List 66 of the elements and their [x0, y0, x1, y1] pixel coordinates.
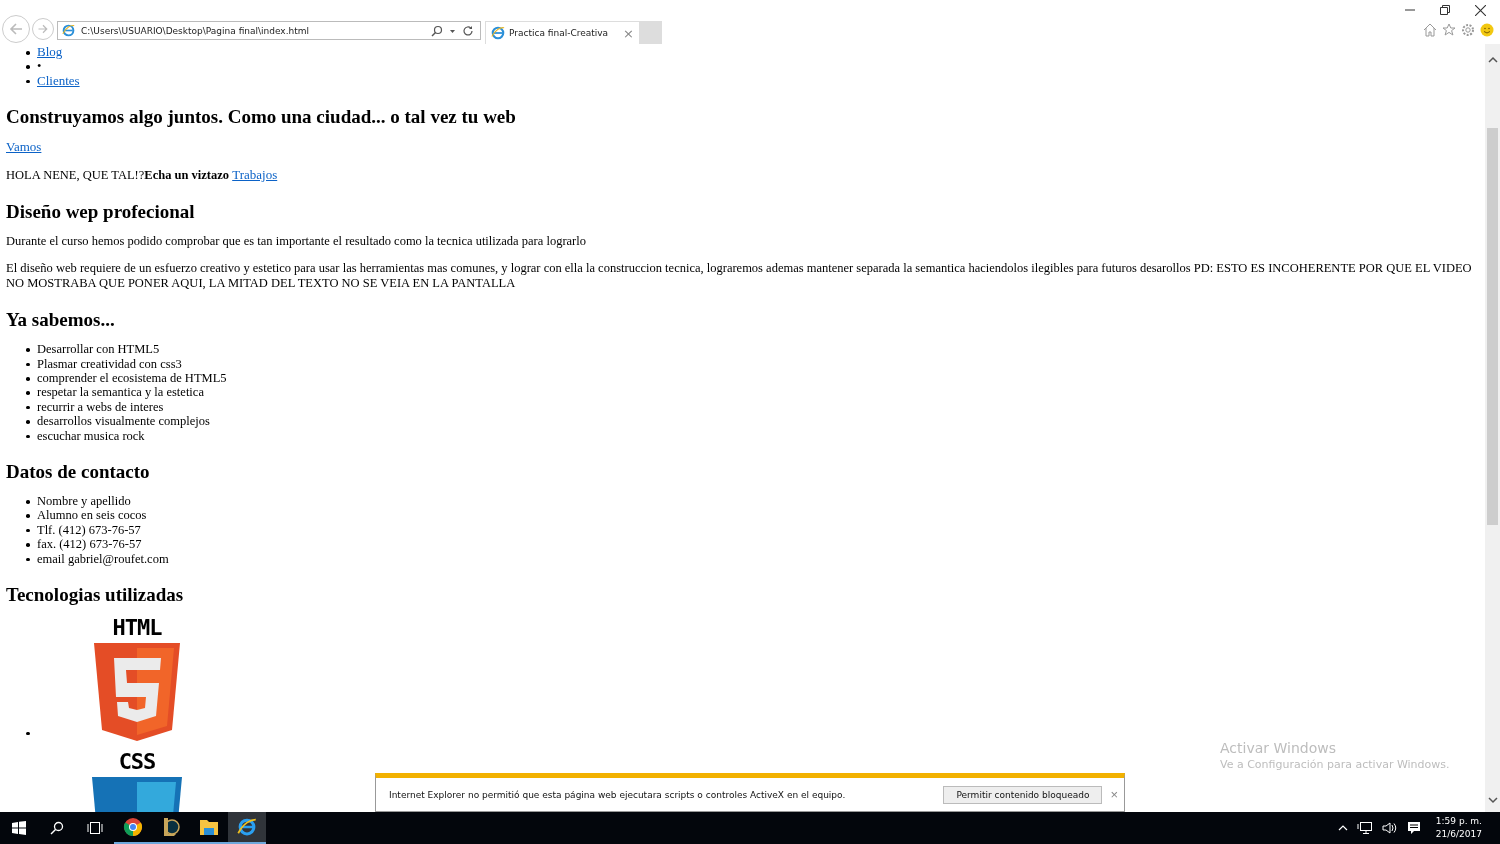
- greeting-text: HOLA NENE, QUE TAL!?Echa un viztazo: [6, 168, 230, 183]
- hero-heading: Construyamos algo juntos. Como una ciudad... o tal vez tu web: [6, 106, 517, 128]
- close-button[interactable]: ×: [1110, 787, 1118, 802]
- notification-icon[interactable]: [1406, 821, 1421, 835]
- section-heading: Datos de contacto: [6, 461, 151, 483]
- browser-icon: [491, 26, 505, 40]
- page-icon: [62, 24, 75, 37]
- activation-subtitle: Ve a Configuración para activar Windows.: [1220, 758, 1450, 771]
- restore-icon[interactable]: [1440, 5, 1450, 15]
- chrome-icon: [123, 817, 143, 837]
- activation-title: Activar Windows: [1220, 740, 1337, 756]
- browser-icon: [237, 817, 257, 837]
- list-item: fax. (412) 673-76-57: [37, 537, 142, 552]
- logo-label: HTML: [112, 617, 162, 640]
- tab-title: Practica final-Creativa: [509, 28, 610, 38]
- close-icon[interactable]: [1475, 5, 1486, 16]
- section-heading: Diseño wep profecional: [6, 201, 196, 223]
- vamos-link[interactable]: Vamos: [6, 139, 42, 155]
- paragraph: El diseño web requiere de un esfuerzo creativo y estetico para usar las herramientas mas comunes, y lograr con ella la construccion tecnica, lograremos ademas mantener separada la semantica haciendolos ilegibles para futuros desarollos PD: ESTO ES INCOHERENTE POR QUE EL VIDEO NO MOSTRABA QUE PONER AQUI, LA MITAD DEL TEXTO NO SE VEIA EN LA PANTALLA: [6, 261, 1473, 292]
- list-item: Nombre y apellido: [37, 494, 131, 509]
- allow-content-button[interactable]: Permitir contenido bloqueado: [943, 785, 1103, 804]
- list-item: Tlf. (412) 673-76-57: [37, 522, 141, 537]
- list-item: respetar la semantica y la estetica: [37, 385, 204, 400]
- list-item: email gabriel@roufet.com: [37, 551, 169, 566]
- bullet-text: •: [37, 59, 42, 74]
- scroll-down-icon[interactable]: [1487, 796, 1498, 804]
- folder-icon: [199, 818, 219, 836]
- notification-message: Internet Explorer no permitió que esta página web ejecutara scripts o controles ActiveX en el equipo.: [389, 789, 847, 800]
- volume-icon[interactable]: [1381, 821, 1398, 835]
- task-view-icon: [87, 821, 103, 835]
- browser-tab[interactable]: Practica final-Creativa ×: [485, 21, 640, 44]
- start-icon: [12, 821, 26, 835]
- chevron-up-icon[interactable]: [1337, 824, 1348, 832]
- taskbar-app[interactable]: [228, 812, 266, 844]
- list-item: desarrollos visualmente complejos: [37, 414, 210, 429]
- smiley-icon[interactable]: [1480, 23, 1494, 37]
- refresh-icon[interactable]: [462, 24, 474, 37]
- close-tab-button[interactable]: ×: [623, 25, 634, 41]
- section-heading: Tecnologias utilizadas: [6, 584, 185, 606]
- search-icon: [50, 821, 64, 835]
- clock-time[interactable]: 1:59 p. m.: [1435, 815, 1482, 828]
- star-icon[interactable]: [1442, 23, 1456, 37]
- address-field[interactable]: C:\Users\USUARIO\Desktop\Pagina final\index.html: [57, 21, 481, 40]
- list-item: Alumno en seis cocos: [37, 508, 147, 523]
- nav-link[interactable]: Clientes: [37, 72, 80, 88]
- search-icon[interactable]: [431, 24, 443, 37]
- clock-date[interactable]: 21/6/2017: [1435, 828, 1482, 841]
- list-item: Plasmar creatividad con css3: [37, 356, 182, 371]
- shield-icon: [94, 643, 180, 742]
- list-item: escuchar musica rock: [37, 428, 145, 443]
- network-icon[interactable]: [1356, 821, 1373, 835]
- arrow-right-icon: [37, 23, 49, 35]
- list-item: comprender el ecosistema de HTML5: [37, 371, 227, 386]
- paragraph: Durante el curso hemos podido comprobar que es tan importante el resultado como la tecnica utilizada para lograrlo: [6, 234, 587, 250]
- emblem-icon: [162, 817, 180, 837]
- arrow-left-icon: [8, 21, 24, 37]
- trabajos-link[interactable]: Trabajos: [232, 167, 278, 183]
- list-item: Desarrollar con HTML5: [37, 342, 160, 357]
- section-heading: Ya sabemos...: [6, 309, 116, 331]
- scroll-up-icon[interactable]: [1487, 56, 1498, 64]
- settings-icon[interactable]: [1461, 23, 1475, 37]
- logo-label: CSS: [118, 751, 156, 774]
- list-item: recurrir a webs de interes: [37, 399, 164, 414]
- nav-link[interactable]: Blog: [37, 44, 63, 59]
- scrollbar-thumb[interactable]: [1487, 128, 1498, 525]
- home-icon[interactable]: [1423, 23, 1437, 37]
